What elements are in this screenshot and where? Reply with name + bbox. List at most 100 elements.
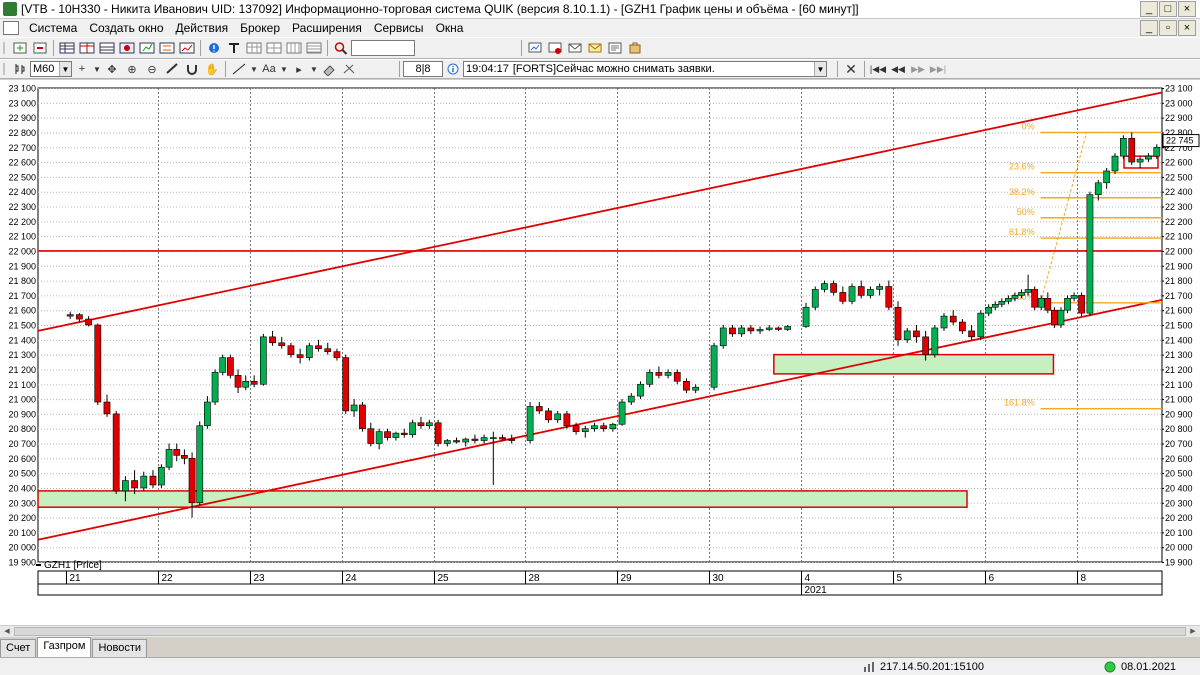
candle [719, 325, 727, 349]
interval-select[interactable]: M60 ▼ [30, 61, 72, 77]
candle [600, 422, 608, 432]
last-page-icon[interactable]: ▶▶| [929, 61, 947, 77]
x-tick-label: 6 [989, 573, 995, 584]
candle [112, 410, 120, 494]
tab-news[interactable]: Новости [92, 639, 148, 657]
new-stop-order-icon[interactable] [31, 40, 49, 56]
scroll-left-icon[interactable]: ◀ [1, 627, 13, 636]
candle-body [1024, 289, 1032, 293]
messages-icon[interactable] [566, 40, 584, 56]
menu-actions[interactable]: Действия [170, 19, 235, 37]
hand-icon[interactable]: ✋ [203, 61, 221, 77]
scroll-right-icon[interactable]: ▶ [1187, 627, 1199, 636]
crosshair-dropdown-icon[interactable]: ▼ [93, 61, 101, 77]
candle-body [991, 303, 999, 308]
table-trades-icon[interactable] [98, 40, 116, 56]
text-tool-icon[interactable] [225, 40, 243, 56]
candle [867, 286, 874, 299]
mdi-restore-button[interactable]: ▫ [1159, 20, 1177, 36]
menu-create-window[interactable]: Создать окно [83, 19, 169, 37]
candle-body [857, 286, 865, 296]
table-grid-icon[interactable] [265, 40, 283, 56]
table-rows-icon[interactable] [305, 40, 323, 56]
mdi-minimize-button[interactable]: _ [1140, 20, 1158, 36]
candle-body [425, 422, 433, 427]
move-icon[interactable]: ✥ [103, 61, 121, 77]
clear-messages-icon[interactable]: ✕ [842, 61, 860, 77]
candle [181, 449, 188, 465]
candle-body [296, 354, 304, 358]
mdi-close-button[interactable]: × [1178, 20, 1196, 36]
disconnect-icon[interactable] [546, 40, 564, 56]
candle [627, 393, 635, 405]
minimize-button[interactable]: _ [1140, 1, 1158, 17]
document-icon[interactable] [3, 21, 19, 35]
candle [775, 326, 782, 331]
menu-extensions[interactable]: Расширения [286, 19, 368, 37]
portfolio-icon[interactable] [626, 40, 644, 56]
message-field[interactable]: 19:04:17 [FORTS]Сейчас можно снимать зая… [463, 61, 827, 77]
price-chart[interactable]: 0%23.6%38.2%50%61.8%100%161.8% 19 90020 … [0, 80, 1200, 635]
table-current-icon[interactable] [58, 40, 76, 56]
table-positions-icon[interactable] [138, 40, 156, 56]
candle-body [784, 326, 792, 330]
font-dropdown-icon[interactable]: ▼ [280, 61, 288, 77]
mail-icon[interactable] [586, 40, 604, 56]
search-input[interactable] [351, 40, 415, 56]
alert-icon[interactable] [205, 40, 223, 56]
crosshair-icon[interactable]: + [73, 61, 91, 77]
y-tick-label: 21 500 [1165, 321, 1193, 331]
x-tick-label: 29 [621, 573, 633, 584]
menu-windows[interactable]: Окна [430, 19, 470, 37]
close-button[interactable]: × [1178, 1, 1196, 17]
status-connection: 217.14.50.201:15100 [862, 660, 984, 674]
zoom-in-icon[interactable]: ⊕ [123, 61, 141, 77]
line-tool-dropdown-icon[interactable]: ▼ [250, 61, 258, 77]
y-tick-label: 22 900 [1165, 113, 1193, 123]
ruler-icon[interactable] [163, 61, 181, 77]
line-tool-icon[interactable] [230, 61, 248, 77]
arrow-dropdown-icon[interactable]: ▼ [310, 61, 318, 77]
candle-body [940, 315, 948, 329]
zoom-out-icon[interactable]: ⊖ [143, 61, 161, 77]
candle-body [181, 455, 188, 459]
candle-body [173, 449, 181, 456]
maximize-button[interactable]: □ [1159, 1, 1177, 17]
candle-body [913, 330, 920, 338]
horizontal-scrollbar[interactable]: ◀ ▶ [0, 625, 1200, 637]
news-icon[interactable] [606, 40, 624, 56]
table-export-icon[interactable] [245, 40, 263, 56]
candle [305, 342, 313, 361]
toolbar-separator [837, 61, 838, 77]
table-orders-icon[interactable] [118, 40, 136, 56]
eraser-icon[interactable] [320, 61, 338, 77]
tab-account[interactable]: Счет [0, 639, 37, 657]
table-quotes-icon[interactable] [78, 40, 96, 56]
chart-window-icon[interactable] [178, 40, 196, 56]
candle-body [581, 428, 589, 432]
font-icon[interactable]: Aa [260, 61, 278, 77]
tab-gazprom[interactable]: Газпром [37, 637, 92, 657]
candle [683, 378, 690, 394]
first-page-icon[interactable]: |◀◀ [869, 61, 887, 77]
scroll-thumb[interactable] [14, 627, 1186, 636]
y-tick-label: 23 100 [1165, 84, 1193, 94]
menu-services[interactable]: Сервисы [368, 19, 430, 37]
menu-broker[interactable]: Брокер [234, 19, 286, 37]
table-columns-icon[interactable] [285, 40, 303, 56]
candle [296, 348, 304, 364]
x-tick-label: 8 [1081, 573, 1087, 584]
connect-icon[interactable] [526, 40, 544, 56]
delete-objects-icon[interactable] [340, 61, 358, 77]
price-chart-panel[interactable]: 0% 23.6% 38.2% 50% 61.8% 100% 161.8% 19 900 20 … [0, 80, 1200, 635]
magnet-icon[interactable] [183, 61, 201, 77]
table-limits-icon[interactable] [158, 40, 176, 56]
search-icon[interactable] [332, 40, 350, 56]
next-page-icon[interactable]: ▶▶ [909, 61, 927, 77]
arrow-tool-icon[interactable]: ▸ [290, 61, 308, 77]
chevron-down-icon[interactable]: ▼ [814, 62, 826, 76]
new-order-icon[interactable] [11, 40, 29, 56]
prev-page-icon[interactable]: ◀◀ [889, 61, 907, 77]
chart-type-icon[interactable] [11, 61, 29, 77]
menu-system[interactable]: Система [23, 19, 83, 37]
